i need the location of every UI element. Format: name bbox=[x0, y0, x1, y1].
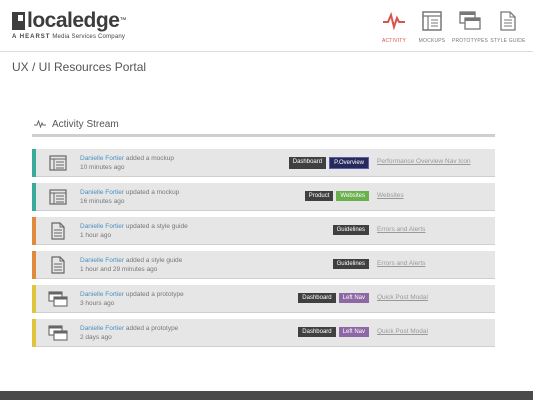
user-link[interactable]: Danielle Fortier bbox=[80, 155, 124, 162]
tag-list: Guidelines bbox=[330, 225, 369, 235]
activity-text: Danielle Fortier added a style guide 1 ho… bbox=[80, 256, 182, 274]
activity-time: 2 days ago bbox=[80, 334, 112, 341]
activity-type-bar bbox=[32, 217, 36, 245]
tag-badge[interactable]: Product bbox=[304, 191, 334, 201]
activity-type-bar bbox=[32, 319, 36, 347]
logo-tagline-rest: Media Services Company bbox=[52, 34, 126, 40]
mockup-icon bbox=[48, 154, 68, 172]
activity-item: Danielle Fortier updated a style guide 1 … bbox=[32, 217, 495, 245]
prototype-icon bbox=[459, 8, 481, 34]
activity-stream-title: Activity Stream bbox=[52, 118, 119, 130]
tag-badge[interactable]: Dashboard bbox=[298, 327, 336, 337]
activity-action: added a mockup bbox=[125, 155, 174, 162]
nav-mockups[interactable]: MOCKUPS bbox=[413, 8, 451, 44]
activity-text: Danielle Fortier added a prototype 2 days… bbox=[80, 324, 178, 342]
activity-stream: Activity Stream Danielle Fortier added a… bbox=[32, 116, 495, 353]
activity-item: Danielle Fortier added a style guide 1 ho… bbox=[32, 251, 495, 279]
tag-list: Dashboard P.Overview bbox=[286, 157, 369, 169]
nav-prototypes[interactable]: PROTOTYPES bbox=[451, 8, 489, 44]
prototype-icon bbox=[48, 324, 68, 342]
tag-badge[interactable]: Left Nav bbox=[338, 293, 369, 303]
logo-text: localedge bbox=[27, 9, 120, 32]
top-header: localedge ™ A HEARST Media Services Comp… bbox=[0, 0, 533, 52]
resource-link[interactable]: Errors and Alerts bbox=[377, 260, 425, 267]
activity-item: Danielle Fortier updated a prototype 3 ho… bbox=[32, 285, 495, 313]
logo-tagline-brand: A HEARST bbox=[12, 34, 51, 40]
activity-item: Danielle Fortier added a prototype 2 days… bbox=[32, 319, 495, 347]
tag-badge[interactable]: Guidelines bbox=[332, 225, 369, 235]
activity-type-bar bbox=[32, 285, 36, 313]
tag-badge[interactable]: Websites bbox=[336, 191, 369, 201]
logo-wordmark: localedge ™ bbox=[12, 10, 126, 32]
nav-activity-label: ACTIVITY bbox=[381, 38, 407, 44]
main-nav: ACTIVITY MOCKUPS PROTOTYPES STYLE GUIDE bbox=[375, 8, 527, 44]
activity-text: Danielle Fortier added a mockup 10 minute… bbox=[80, 154, 174, 172]
tag-badge[interactable]: P.Overview bbox=[329, 157, 369, 169]
activity-time: 10 minutes ago bbox=[80, 164, 125, 171]
tag-badge[interactable]: Dashboard bbox=[298, 293, 336, 303]
style-guide-icon bbox=[500, 8, 516, 34]
tag-list: Product Websites bbox=[302, 191, 369, 201]
tag-badge[interactable]: Dashboard bbox=[288, 157, 327, 169]
localedge-logo[interactable]: localedge ™ A HEARST Media Services Comp… bbox=[12, 10, 126, 40]
tag-list: Dashboard Left Nav bbox=[295, 327, 369, 337]
style-guide-icon bbox=[48, 222, 68, 240]
tag-list: Guidelines bbox=[330, 259, 369, 269]
resource-link[interactable]: Quick Post Modal bbox=[377, 328, 428, 335]
prototype-icon bbox=[48, 290, 68, 308]
activity-list: Danielle Fortier added a mockup 10 minute… bbox=[32, 149, 495, 347]
user-link[interactable]: Danielle Fortier bbox=[80, 291, 124, 298]
logo-tagline: A HEARST Media Services Company bbox=[12, 34, 126, 40]
user-link[interactable]: Danielle Fortier bbox=[80, 223, 124, 230]
user-link[interactable]: Danielle Fortier bbox=[80, 325, 124, 332]
divider bbox=[32, 134, 495, 137]
tag-badge[interactable]: Guidelines bbox=[332, 259, 369, 269]
activity-text: Danielle Fortier updated a prototype 3 ho… bbox=[80, 290, 184, 308]
activity-action: updated a prototype bbox=[125, 291, 184, 298]
activity-action: updated a style guide bbox=[125, 223, 188, 230]
mockup-icon bbox=[48, 188, 68, 206]
activity-item: Danielle Fortier updated a mockup 16 minu… bbox=[32, 183, 495, 211]
activity-type-bar bbox=[32, 183, 36, 211]
logo-mark-icon bbox=[12, 12, 25, 30]
logo-trademark: ™ bbox=[119, 17, 126, 24]
mockup-icon bbox=[422, 8, 442, 34]
activity-time: 3 hours ago bbox=[80, 300, 115, 307]
activity-icon bbox=[383, 8, 405, 34]
activity-item: Danielle Fortier added a mockup 10 minute… bbox=[32, 149, 495, 177]
resource-link[interactable]: Errors and Alerts bbox=[377, 226, 425, 233]
activity-action: added a style guide bbox=[125, 257, 183, 264]
footer-bar bbox=[0, 391, 533, 400]
activity-type-bar bbox=[32, 149, 36, 177]
activity-time: 1 hour and 29 minutes ago bbox=[80, 266, 158, 273]
resource-link[interactable]: Performance Overview Nav Icon bbox=[377, 158, 471, 165]
style-guide-icon bbox=[48, 256, 68, 274]
nav-style-guide[interactable]: STYLE GUIDE bbox=[489, 8, 527, 44]
nav-activity[interactable]: ACTIVITY bbox=[375, 8, 413, 44]
activity-stream-header: Activity Stream bbox=[32, 116, 495, 132]
nav-mockups-label: MOCKUPS bbox=[418, 38, 446, 44]
resource-link[interactable]: Quick Post Modal bbox=[377, 294, 428, 301]
activity-time: 16 minutes ago bbox=[80, 198, 125, 205]
activity-time: 1 hour ago bbox=[80, 232, 112, 239]
activity-action: added a prototype bbox=[125, 325, 179, 332]
user-link[interactable]: Danielle Fortier bbox=[80, 257, 124, 264]
user-link[interactable]: Danielle Fortier bbox=[80, 189, 124, 196]
resource-link[interactable]: Websites bbox=[377, 192, 404, 199]
activity-action: updated a mockup bbox=[125, 189, 180, 196]
activity-text: Danielle Fortier updated a style guide 1 … bbox=[80, 222, 188, 240]
nav-style-guide-label: STYLE GUIDE bbox=[490, 38, 526, 44]
tag-badge[interactable]: Left Nav bbox=[338, 327, 369, 337]
tag-list: Dashboard Left Nav bbox=[295, 293, 369, 303]
activity-type-bar bbox=[32, 251, 36, 279]
pulse-icon bbox=[34, 120, 46, 128]
page-title: UX / UI Resources Portal bbox=[12, 60, 147, 74]
activity-text: Danielle Fortier updated a mockup 16 minu… bbox=[80, 188, 179, 206]
nav-prototypes-label: PROTOTYPES bbox=[451, 38, 489, 44]
